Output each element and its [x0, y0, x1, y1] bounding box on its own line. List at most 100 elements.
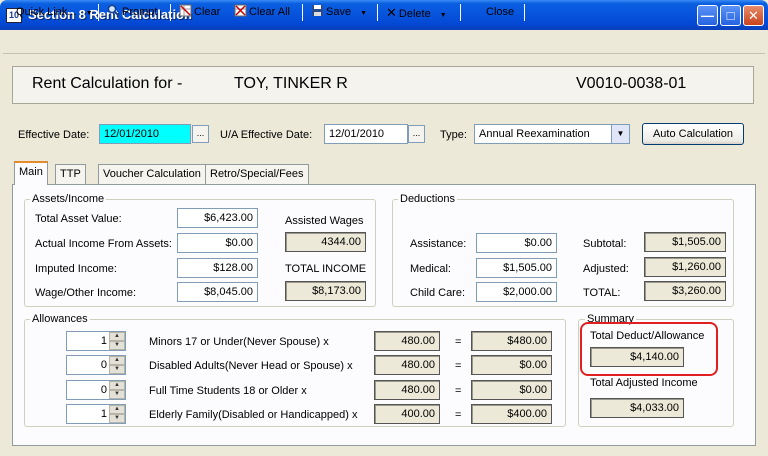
toolbar-separator: [302, 4, 303, 21]
actual-income-assets-label: Actual Income From Assets:: [35, 238, 172, 250]
close-window-button[interactable]: ✕: [743, 5, 764, 26]
toolbar: [3, 30, 765, 54]
maximize-icon: □: [726, 8, 735, 23]
toolbar-separator: [170, 4, 171, 21]
spin-down-icon[interactable]: ▼: [109, 414, 125, 423]
rent-calculation-label: Rent Calculation for -: [32, 75, 183, 92]
toolbar-separator: [98, 4, 99, 21]
disabled-adults-total: $0.00: [471, 355, 552, 375]
type-select-value: Annual Reexamination: [479, 128, 590, 140]
child-care-field[interactable]: $2,000.00: [476, 282, 557, 302]
deductions-title: Deductions: [398, 193, 458, 205]
ua-date-picker-button[interactable]: ...: [408, 125, 425, 143]
clear-grid-icon: [179, 4, 192, 17]
elderly-total: $400.00: [471, 404, 552, 424]
spin-up-icon[interactable]: ▲: [109, 381, 125, 390]
subtotal-value: $1,505.00: [644, 232, 726, 252]
quick-link-button[interactable]: Quick Link... ▼: [16, 4, 93, 21]
effective-date-field[interactable]: 12/01/2010: [99, 124, 191, 144]
assisted-wages-label: Assisted Wages: [285, 215, 364, 227]
tab-voucher-calculation[interactable]: Voucher Calculation: [98, 164, 206, 184]
equals-sign: =: [455, 385, 462, 397]
spin-down-icon[interactable]: ▼: [109, 365, 125, 374]
assisted-wages-value: 4344.00: [285, 232, 366, 252]
spin-down-icon[interactable]: ▼: [109, 390, 125, 399]
prompt-button[interactable]: Prompt: [107, 4, 157, 21]
equals-sign: =: [455, 360, 462, 372]
spinner-value: 1: [100, 335, 107, 347]
voucher-id: V0010-0038-01: [576, 75, 687, 92]
tab-main[interactable]: Main: [14, 161, 48, 185]
effective-date-picker-button[interactable]: ...: [192, 125, 209, 143]
minors-label: Minors 17 or Under(Never Spouse) x: [149, 336, 329, 348]
total-asset-value-field[interactable]: $6,423.00: [177, 208, 258, 228]
spin-down-icon[interactable]: ▼: [109, 341, 125, 350]
actual-income-assets-field[interactable]: $0.00: [177, 233, 258, 253]
delete-button[interactable]: ✕ Delete ▼: [386, 4, 447, 21]
magnifier-icon: [107, 4, 120, 17]
minors-count-spinner[interactable]: 1 ▲ ▼: [66, 331, 126, 351]
spinner-value: 0: [100, 384, 107, 396]
floppy-disk-icon: [312, 5, 323, 16]
imputed-income-field[interactable]: $128.00: [177, 258, 258, 278]
minors-rate: 480.00: [374, 331, 440, 351]
dropdown-arrow-icon: ▼: [360, 10, 368, 17]
allowances-title: Allowances: [30, 313, 90, 325]
students-label: Full Time Students 18 or Older x: [149, 385, 307, 397]
tab-retro-special-fees[interactable]: Retro/Special/Fees: [205, 164, 309, 184]
quick-link-label: Quick Link...: [16, 6, 77, 18]
ua-effective-date-field[interactable]: 12/01/2010: [324, 124, 408, 144]
imputed-income-label: Imputed Income:: [35, 263, 117, 275]
toolbar-separator: [377, 4, 378, 21]
highlight-annotation: [580, 322, 718, 376]
type-select[interactable]: Annual Reexamination: [474, 124, 630, 144]
save-button[interactable]: Save ▼: [311, 4, 367, 21]
disabled-adults-label: Disabled Adults(Never Head or Spouse) x: [149, 360, 353, 372]
students-total: $0.00: [471, 380, 552, 400]
x-delete-icon: ✕: [386, 5, 397, 20]
dropdown-arrow-icon: ▼: [85, 10, 93, 17]
total-adjusted-income-value: $4,033.00: [590, 398, 684, 418]
tenant-name: TOY, TINKER R: [234, 75, 348, 92]
medical-field[interactable]: $1,505.00: [476, 258, 557, 278]
dropdown-arrow-icon: ▼: [439, 12, 447, 19]
assets-income-title: Assets/Income: [30, 193, 107, 205]
elderly-rate: 400.00: [374, 404, 440, 424]
adjusted-label: Adjusted:: [583, 263, 629, 275]
disabled-adults-count-spinner[interactable]: 0 ▲ ▼: [66, 355, 126, 375]
elderly-label: Elderly Family(Disabled or Handicapped) …: [149, 409, 358, 421]
minors-total: $480.00: [471, 331, 552, 351]
clear-all-label: Clear All: [249, 6, 290, 18]
assistance-field[interactable]: $0.00: [476, 233, 557, 253]
chevron-down-icon[interactable]: ▼: [611, 125, 629, 143]
spinner-value: 1: [100, 408, 107, 420]
deduction-total-label: TOTAL:: [583, 287, 621, 299]
disabled-adults-rate: 480.00: [374, 355, 440, 375]
child-care-label: Child Care:: [410, 287, 466, 299]
spin-up-icon[interactable]: ▲: [109, 405, 125, 414]
close-button[interactable]: Close: [486, 4, 514, 21]
delete-label: Delete: [398, 8, 431, 20]
total-income-label: TOTAL INCOME: [285, 263, 367, 275]
maximize-button[interactable]: □: [720, 5, 741, 26]
students-count-spinner[interactable]: 0 ▲ ▼: [66, 380, 126, 400]
spin-up-icon[interactable]: ▲: [109, 332, 125, 341]
minimize-button[interactable]: —: [697, 5, 718, 26]
elderly-count-spinner[interactable]: 1 ▲ ▼: [66, 404, 126, 424]
wage-other-income-field[interactable]: $8,045.00: [177, 282, 258, 302]
medical-label: Medical:: [410, 263, 451, 275]
spinner-value: 0: [100, 359, 107, 371]
auto-calculation-button[interactable]: Auto Calculation: [642, 123, 744, 145]
tab-ttp[interactable]: TTP: [55, 164, 86, 184]
spin-up-icon[interactable]: ▲: [109, 356, 125, 365]
adjusted-value: $1,260.00: [644, 257, 726, 277]
clear-button[interactable]: Clear: [179, 4, 220, 21]
total-adjusted-income-label: Total Adjusted Income: [590, 377, 698, 389]
students-rate: 480.00: [374, 380, 440, 400]
clear-all-button[interactable]: Clear All: [234, 4, 290, 21]
type-label: Type:: [440, 129, 467, 141]
clear-label: Clear: [194, 6, 221, 18]
wage-other-income-label: Wage/Other Income:: [35, 287, 137, 299]
assistance-label: Assistance:: [410, 238, 467, 250]
subtotal-label: Subtotal:: [583, 238, 627, 250]
